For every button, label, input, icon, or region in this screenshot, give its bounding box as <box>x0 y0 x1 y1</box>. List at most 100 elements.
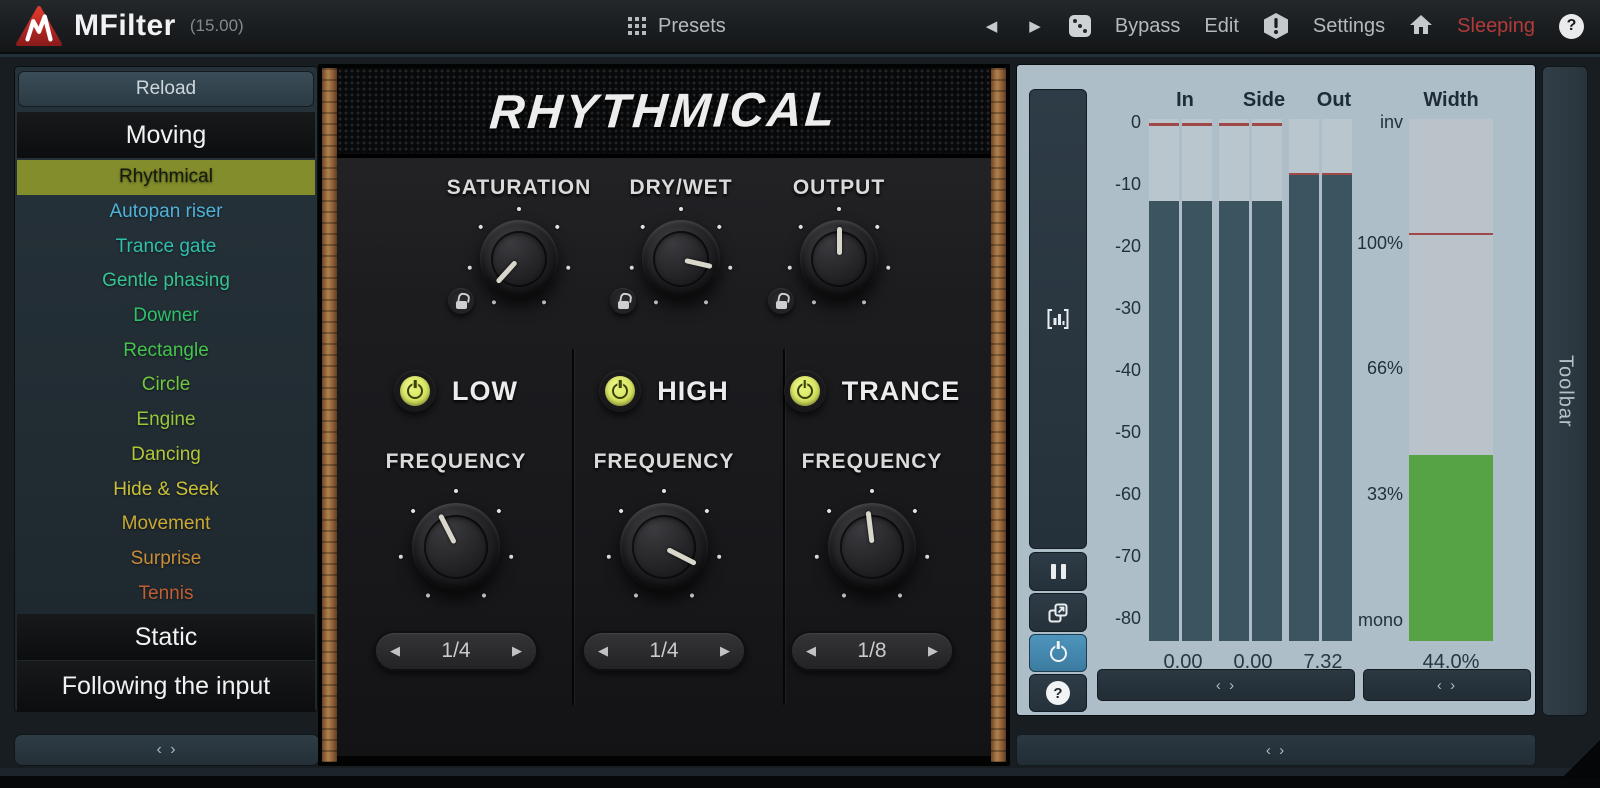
preset-group-following[interactable]: Following the input <box>17 661 315 711</box>
drywet-knob[interactable] <box>642 220 720 298</box>
window-resize-handle[interactable]: ‹ › <box>1016 734 1536 766</box>
preset-item[interactable]: Autopan riser <box>17 195 315 230</box>
knob-label: DRY/WET <box>596 176 766 200</box>
lock-icon[interactable] <box>768 288 794 314</box>
meter-panel: ? In Side Out Width 0 -10 -20 -30 -40 -5… <box>1016 64 1536 716</box>
low-power-button[interactable] <box>394 370 436 412</box>
saturation-knob[interactable] <box>480 220 558 298</box>
band-trance: TRANCE FREQUENCY ◀ 1/8 ▶ <box>770 368 974 698</box>
preset-group-moving[interactable]: Moving <box>17 112 315 158</box>
lock-icon[interactable] <box>610 288 636 314</box>
preset-panel-resize-handle[interactable]: ‹ › <box>14 734 320 766</box>
db-tick: -70 <box>1083 546 1141 567</box>
high-power-button[interactable] <box>599 370 641 412</box>
preset-item[interactable]: Movement <box>17 507 315 542</box>
rate-next-arrow[interactable]: ▶ <box>512 643 522 659</box>
preset-group-static[interactable]: Static <box>17 614 315 660</box>
db-tick: -60 <box>1083 484 1141 505</box>
power-icon <box>605 376 635 406</box>
meter-column-label-side: Side <box>1234 89 1294 112</box>
meter-popup-button[interactable] <box>1029 593 1087 632</box>
width-tick: 66% <box>1345 358 1403 379</box>
meter-bar-side-right[interactable] <box>1252 119 1282 641</box>
sleeping-status[interactable]: Sleeping <box>1457 15 1535 38</box>
rate-prev-arrow[interactable]: ◀ <box>598 643 608 659</box>
home-icon[interactable] <box>1409 13 1433 40</box>
warning-icon[interactable] <box>1263 12 1289 40</box>
grid-icon <box>628 17 646 35</box>
rate-prev-arrow[interactable]: ◀ <box>806 643 816 659</box>
meter-resize-handle[interactable]: ‹ › <box>1097 669 1355 701</box>
meter-bar-in-left[interactable] <box>1149 119 1179 641</box>
corner-resize-grip[interactable] <box>1562 740 1600 778</box>
toolbar-label: Toolbar <box>1554 355 1577 428</box>
low-frequency-knob[interactable] <box>412 503 500 591</box>
meter-bar-out-left[interactable] <box>1289 119 1319 641</box>
preset-item[interactable]: Hide & Seek <box>17 472 315 507</box>
preset-item[interactable]: Trance gate <box>17 229 315 264</box>
preset-item[interactable]: Rectangle <box>17 333 315 368</box>
high-frequency-knob[interactable] <box>620 503 708 591</box>
output-knob[interactable] <box>800 220 878 298</box>
meter-help-button[interactable]: ? <box>1029 674 1087 712</box>
toolbar-collapsed-strip[interactable]: Toolbar <box>1542 66 1588 716</box>
meter-pause-button[interactable] <box>1029 552 1087 591</box>
top-toolbar: MFilter (15.00) Presets ◀ ▶ Bypass Edit … <box>0 0 1600 54</box>
device-header-grille: RHYTHMICAL <box>337 68 991 158</box>
power-icon <box>790 376 820 406</box>
rate-next-arrow[interactable]: ▶ <box>720 643 730 659</box>
lock-icon[interactable] <box>448 288 474 314</box>
trance-frequency-knob[interactable] <box>828 503 916 591</box>
edit-button[interactable]: Edit <box>1204 15 1238 38</box>
rate-value[interactable]: 1/4 <box>649 639 678 663</box>
knob-label: OUTPUT <box>754 176 924 200</box>
presets-button[interactable]: Presets <box>628 0 726 52</box>
device-title: RHYTHMICAL <box>488 82 840 140</box>
previous-preset-button[interactable]: ◀ <box>982 15 1002 37</box>
plugin-window: MFilter (15.00) Presets ◀ ▶ Bypass Edit … <box>0 0 1600 788</box>
brand: MFilter (15.00) <box>16 0 244 52</box>
width-tick: mono <box>1345 610 1403 631</box>
rate-prev-arrow[interactable]: ◀ <box>390 643 400 659</box>
meter-bar-width[interactable] <box>1409 119 1493 641</box>
app-version: (15.00) <box>190 16 244 36</box>
meter-power-button[interactable] <box>1029 634 1087 672</box>
meter-bar-in-right[interactable] <box>1182 119 1212 641</box>
rate-value[interactable]: 1/4 <box>441 639 470 663</box>
width-meter-resize-handle[interactable]: ‹ › <box>1363 669 1531 701</box>
reload-button[interactable]: Reload <box>18 71 314 107</box>
meter-column-label-in: In <box>1155 89 1215 112</box>
high-rate-selector[interactable]: ◀ 1/4 ▶ <box>582 631 746 671</box>
trance-power-button[interactable] <box>784 370 826 412</box>
preset-item[interactable]: Rhythmical <box>17 160 315 195</box>
db-tick: -30 <box>1083 298 1141 319</box>
meter-mode-button[interactable] <box>1029 89 1087 549</box>
preset-item[interactable]: Surprise <box>17 542 315 577</box>
preset-item[interactable]: Engine <box>17 403 315 438</box>
pause-icon <box>1051 564 1066 579</box>
help-icon[interactable]: ? <box>1559 14 1584 39</box>
low-rate-selector[interactable]: ◀ 1/4 ▶ <box>374 631 538 671</box>
preset-item[interactable]: Downer <box>17 299 315 334</box>
db-tick: -40 <box>1083 360 1141 381</box>
meter-column-label-width: Width <box>1415 89 1487 112</box>
band-name: LOW <box>452 376 518 407</box>
random-preset-button[interactable] <box>1069 15 1091 37</box>
melda-logo-icon[interactable] <box>16 5 62 47</box>
preset-browser-panel: Reload Moving Rhythmical Autopan riser T… <box>14 66 318 712</box>
preset-item[interactable]: Circle <box>17 368 315 403</box>
rate-value[interactable]: 1/8 <box>857 639 886 663</box>
preset-item[interactable]: Gentle phasing <box>17 264 315 299</box>
next-preset-button[interactable]: ▶ <box>1025 15 1045 37</box>
meter-bar-out-right[interactable] <box>1322 119 1352 641</box>
preset-list: Rhythmical Autopan riser Trance gate Gen… <box>15 158 317 613</box>
rate-next-arrow[interactable]: ▶ <box>928 643 938 659</box>
bypass-button[interactable]: Bypass <box>1115 15 1181 38</box>
knob-label: FREQUENCY <box>564 450 764 474</box>
trance-rate-selector[interactable]: ◀ 1/8 ▶ <box>790 631 954 671</box>
meter-bar-side-left[interactable] <box>1219 119 1249 641</box>
knob-label: FREQUENCY <box>354 450 558 474</box>
preset-item[interactable]: Dancing <box>17 438 315 473</box>
settings-button[interactable]: Settings <box>1313 15 1385 38</box>
preset-item[interactable]: Tennis <box>17 576 315 611</box>
